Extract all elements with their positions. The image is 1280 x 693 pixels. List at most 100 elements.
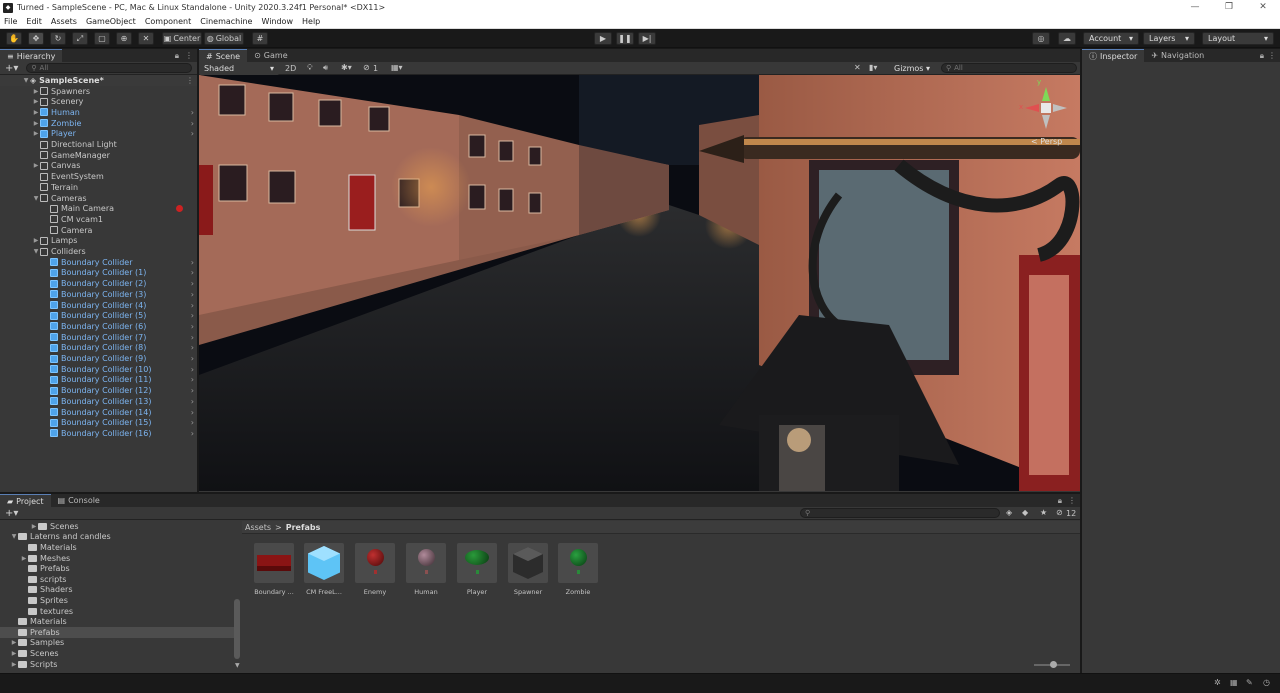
hierarchy-item[interactable]: ▶ Lamps (0, 236, 197, 247)
hierarchy-item[interactable]: Boundary Collider (8) › (0, 343, 197, 354)
chevron-right-icon[interactable]: › (191, 311, 194, 320)
hierarchy-item[interactable]: Boundary Collider (14) › (0, 407, 197, 418)
add-asset-button[interactable]: +▾ (5, 508, 18, 519)
menu-gameobject[interactable]: GameObject (86, 17, 136, 26)
close-button[interactable]: ✕ (1246, 0, 1280, 15)
projection-label[interactable]: < Persp (1031, 137, 1062, 146)
project-folder-item[interactable]: ▶ Meshes (0, 553, 234, 564)
hierarchy-item[interactable]: Terrain (0, 182, 197, 193)
scene-viewport[interactable]: y x < Persp (199, 75, 1080, 491)
chevron-right-icon[interactable]: ▶ (10, 639, 18, 646)
menu-file[interactable]: File (4, 17, 17, 26)
step-button[interactable]: ▶| (638, 32, 656, 45)
hierarchy-item[interactable]: EventSystem (0, 171, 197, 182)
hierarchy-scene-root[interactable]: ▼ ◈ SampleScene* ⋮ (0, 75, 197, 86)
chevron-right-icon[interactable]: › (191, 322, 194, 331)
chevron-right-icon[interactable]: › (191, 268, 194, 277)
favorite-icon[interactable]: ★ (1040, 508, 1047, 517)
asset-item[interactable]: Boundary ... (254, 543, 294, 596)
lock-icon[interactable]: 🔒︎ (1260, 49, 1264, 62)
hidden-objects-icon[interactable]: ⊘ (363, 63, 370, 72)
filter-type-icon[interactable]: ◈ (1006, 508, 1012, 517)
tools-icon[interactable]: ✕ (854, 63, 861, 72)
layers-dropdown[interactable]: Layers ▾ (1143, 32, 1195, 45)
project-folder-item[interactable]: ▶ Scenes (0, 648, 234, 659)
project-folder-item[interactable]: ▼ Laterns and candles (0, 532, 234, 543)
lock-icon[interactable]: 🔒︎ (1058, 494, 1062, 507)
chevron-right-icon[interactable]: ▶ (32, 98, 40, 105)
asset-item[interactable]: CM FreeL... (304, 543, 344, 596)
chevron-right-icon[interactable]: ▶ (10, 650, 18, 657)
hierarchy-item[interactable]: Boundary Collider (2) › (0, 278, 197, 289)
chevron-right-icon[interactable]: › (191, 108, 194, 117)
custom-tool-button[interactable]: ✕ (138, 32, 154, 45)
project-folder-item[interactable]: Sprites (0, 595, 234, 606)
chevron-down-icon[interactable]: ▼ (32, 195, 40, 202)
rect-tool-button[interactable]: ▢ (94, 32, 110, 45)
grid-snap-button[interactable]: # (252, 32, 268, 45)
chevron-right-icon[interactable]: › (191, 301, 194, 310)
hierarchy-item[interactable]: Directional Light (0, 139, 197, 150)
collab-button[interactable]: ◎ (1032, 32, 1050, 45)
menu-edit[interactable]: Edit (26, 17, 42, 26)
chevron-right-icon[interactable]: ▶ (32, 130, 40, 137)
cloud-button[interactable]: ☁ (1058, 32, 1076, 45)
asset-item[interactable]: Player (457, 543, 497, 596)
menu-window[interactable]: Window (261, 17, 293, 26)
tree-scrollbar[interactable] (234, 599, 240, 659)
hierarchy-item[interactable]: ▼ Colliders (0, 246, 197, 257)
chevron-right-icon[interactable]: › (191, 343, 194, 352)
global-space-toggle[interactable]: ◍ Global (204, 32, 244, 45)
hierarchy-item[interactable]: Boundary Collider (15) › (0, 417, 197, 428)
tab-game[interactable]: ⊙ Game (247, 49, 295, 62)
play-button[interactable]: ▶ (594, 32, 612, 45)
chevron-right-icon[interactable]: › (191, 354, 194, 363)
lighting-icon[interactable]: 💡︎ (307, 63, 313, 73)
menu-cinemachine[interactable]: Cinemachine (200, 17, 252, 26)
project-folder-item[interactable]: ▶ Scenes (0, 521, 234, 532)
hierarchy-search-input[interactable]: ⚲ All (26, 63, 193, 73)
more-menu-icon[interactable]: ⋮ (185, 49, 193, 62)
menu-assets[interactable]: Assets (51, 17, 77, 26)
transform-tool-button[interactable]: ⊕ (116, 32, 132, 45)
chevron-right-icon[interactable]: › (191, 397, 194, 406)
more-menu-icon[interactable]: ⋮ (186, 76, 194, 85)
grid-icon[interactable]: ▦▾ (391, 63, 403, 72)
cache-icon[interactable]: ▦ (1230, 678, 1238, 687)
chevron-right-icon[interactable]: › (191, 429, 194, 438)
debug-icon[interactable]: ✎ (1246, 678, 1253, 687)
hierarchy-item[interactable]: ▶ Spawners (0, 86, 197, 97)
hierarchy-item[interactable]: Boundary Collider (16) › (0, 428, 197, 439)
hierarchy-item[interactable]: GameManager (0, 150, 197, 161)
hierarchy-item[interactable]: Camera (0, 225, 197, 236)
chevron-right-icon[interactable]: › (191, 258, 194, 267)
chevron-right-icon[interactable]: ▶ (32, 162, 40, 169)
shading-mode-dropdown[interactable]: Shaded ▾ (199, 62, 279, 75)
tab-scene[interactable]: # Scene (199, 49, 248, 62)
chevron-right-icon[interactable]: › (191, 386, 194, 395)
asset-item[interactable]: Human (406, 543, 446, 596)
settings-icon[interactable]: ◷ (1263, 678, 1270, 687)
chevron-right-icon[interactable]: ▶ (20, 555, 28, 562)
project-folder-item[interactable]: Materials (0, 542, 234, 553)
chevron-right-icon[interactable]: › (191, 129, 194, 138)
tab-console[interactable]: ▤ Console (50, 494, 107, 507)
tab-inspector[interactable]: ⓘ Inspector (1082, 49, 1145, 62)
hierarchy-item[interactable]: Boundary Collider (12) › (0, 385, 197, 396)
menu-help[interactable]: Help (302, 17, 320, 26)
gizmos-dropdown[interactable]: Gizmos ▾ (889, 62, 935, 74)
hidden-packages-icon[interactable]: ⊘ (1056, 508, 1063, 517)
chevron-right-icon[interactable]: › (191, 119, 194, 128)
chevron-right-icon[interactable]: › (191, 279, 194, 288)
hierarchy-item[interactable]: ▶ Player › (0, 129, 197, 140)
hand-tool-button[interactable]: ✋ (6, 32, 22, 45)
chevron-right-icon[interactable]: › (191, 333, 194, 342)
chevron-right-icon[interactable]: ▶ (32, 120, 40, 127)
filter-label-icon[interactable]: ◆ (1022, 508, 1028, 517)
account-dropdown[interactable]: Account ▾ (1083, 32, 1139, 45)
more-menu-icon[interactable]: ⋮ (1268, 49, 1276, 62)
chevron-right-icon[interactable]: ▶ (32, 88, 40, 95)
tab-navigation[interactable]: ✈ Navigation (1144, 49, 1212, 62)
chevron-right-icon[interactable]: ▶ (30, 523, 38, 530)
hierarchy-item[interactable]: CM vcam1 (0, 214, 197, 225)
